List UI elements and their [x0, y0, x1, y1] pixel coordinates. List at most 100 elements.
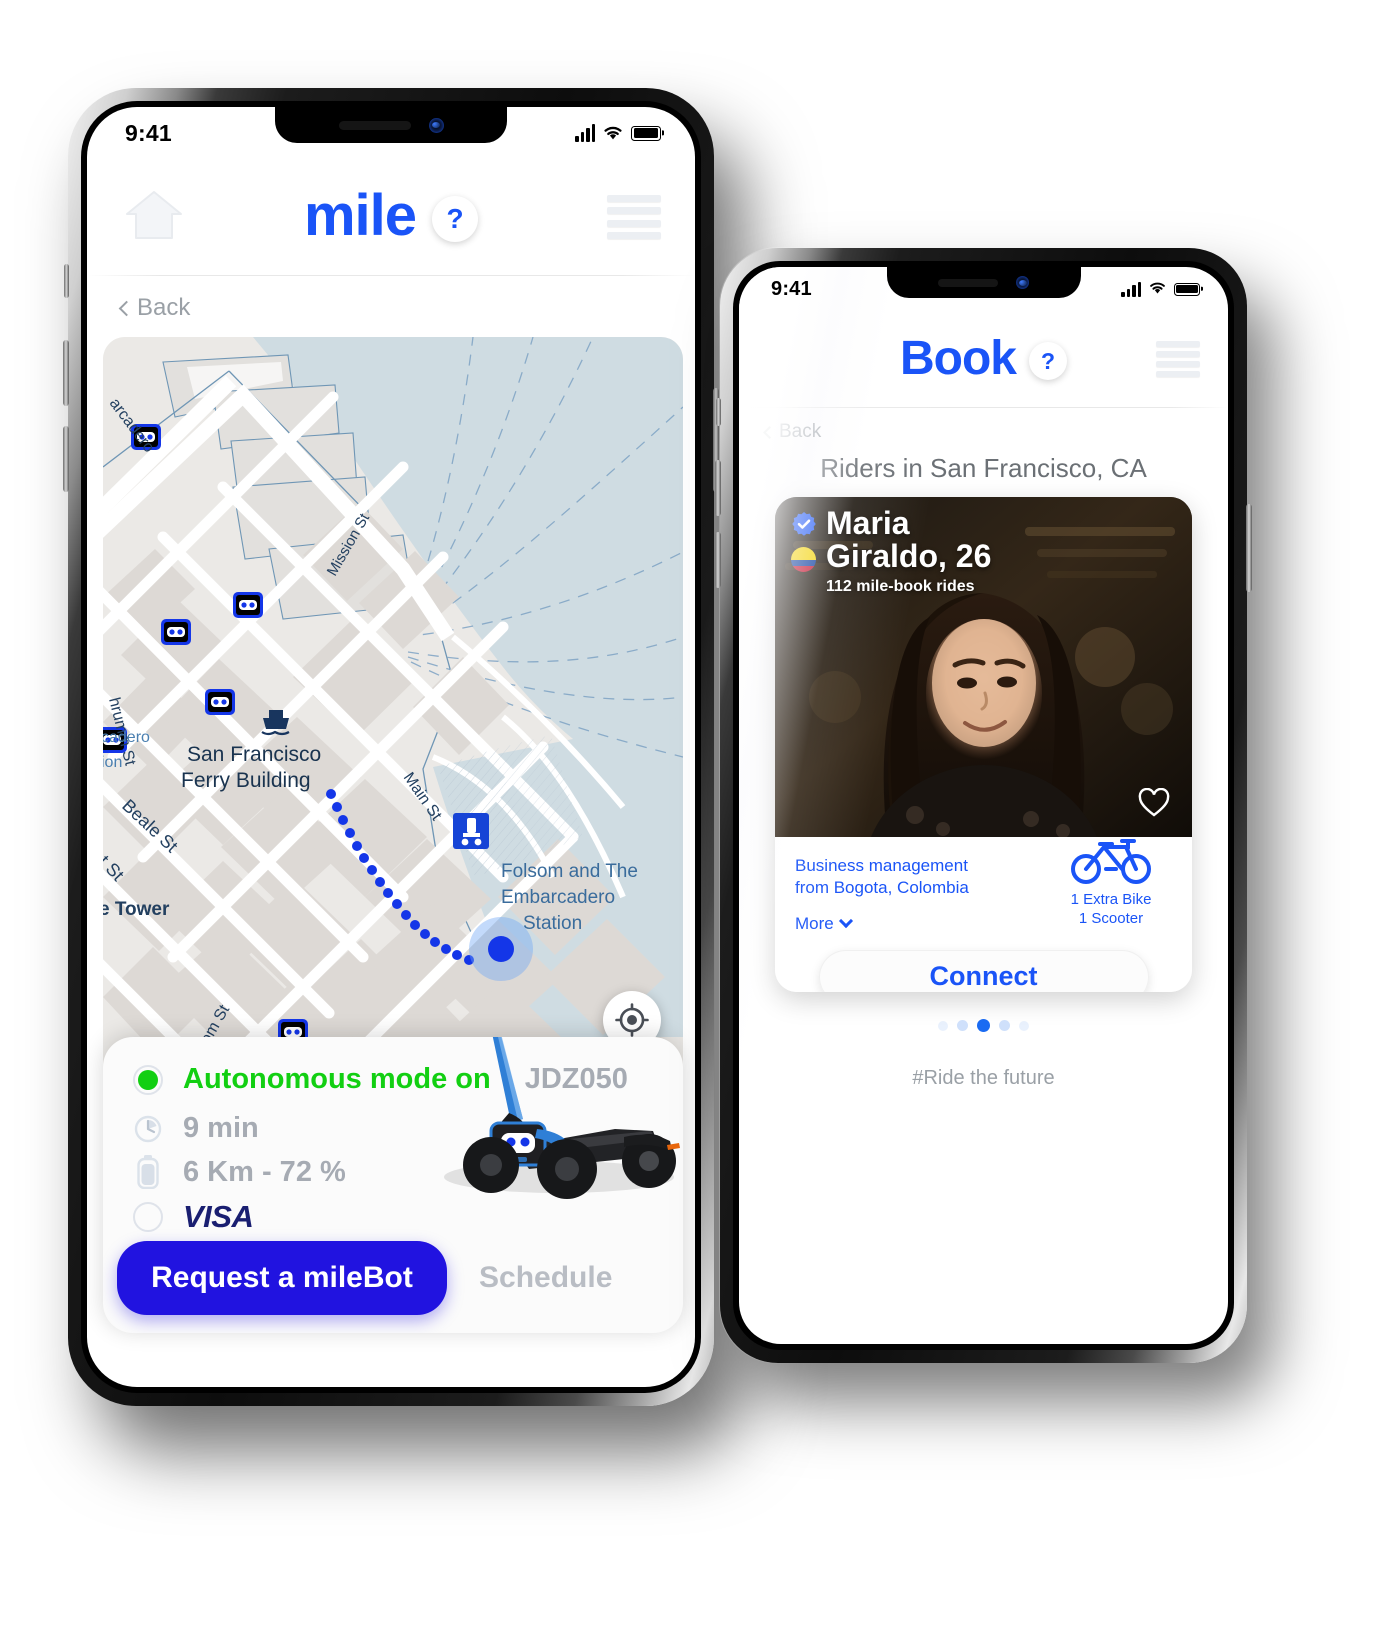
- svg-text:ion: ion: [103, 754, 122, 771]
- carousel-dot-4[interactable]: [999, 1020, 1010, 1031]
- power-button-2[interactable]: [1246, 504, 1252, 592]
- connect-button[interactable]: Connect: [818, 949, 1149, 992]
- schedule-button[interactable]: Schedule: [479, 1261, 612, 1295]
- booking-details: Autonomous mode on JDZ050 9 min 6 Km - 7…: [103, 1037, 683, 1235]
- cellular-bars-icon: [575, 124, 595, 142]
- rider-rides-count: 112 mile-book rides: [826, 577, 975, 595]
- rider-name-line2: Giraldo, 26: [826, 538, 992, 575]
- verified-badge-icon: [791, 511, 817, 542]
- front-camera: [428, 117, 444, 133]
- carousel-dot-5[interactable]: [1019, 1020, 1029, 1031]
- volume-up-button[interactable]: [63, 340, 69, 406]
- earpiece-speaker-2: [938, 278, 998, 287]
- svg-text:Folsom and The: Folsom and The: [501, 861, 638, 882]
- phone-device-book: 9:41 Book ? Back Riders in San Francisco…: [715, 248, 1252, 1363]
- app-brand-title-2: Book: [900, 331, 1017, 385]
- status-indicators: [575, 120, 661, 147]
- back-button-2[interactable]: Back: [763, 421, 822, 443]
- header-divider-2: [739, 407, 1228, 408]
- carousel-dot-1[interactable]: [938, 1020, 948, 1031]
- phone-device-mile: 9:41 mile ? Back arcadero hrumm St cader…: [63, 88, 719, 1406]
- colombia-flag-icon: [791, 547, 816, 572]
- wifi-icon: [602, 120, 624, 147]
- vehicle-line-2: 1 Scooter: [1078, 909, 1144, 927]
- back-label-2: Back: [779, 421, 822, 442]
- phone1-screen: 9:41 mile ? Back arcadero hrumm St cader…: [87, 107, 695, 1387]
- app-tagline: #Ride the future: [912, 1067, 1055, 1089]
- help-button[interactable]: ?: [432, 196, 479, 242]
- volume-down-button-2[interactable]: [715, 532, 721, 588]
- battery-icon-2: [1174, 282, 1200, 296]
- chevron-left-icon: [118, 300, 135, 316]
- svg-text:e Tower: e Tower: [103, 899, 170, 920]
- rider-info: Business management from Bogota, Colombi…: [775, 837, 1192, 992]
- carousel-dots[interactable]: [739, 1019, 1228, 1032]
- phone-bezel-2: 9:41 Book ? Back Riders in San Francisco…: [733, 261, 1234, 1350]
- svg-text:Embarcadero: Embarcadero: [501, 887, 615, 908]
- back-label: Back: [137, 294, 191, 321]
- eta-row: 9 min: [133, 1112, 683, 1145]
- clock-icon: [133, 1115, 163, 1143]
- vehicle-plate: JDZ050: [524, 1063, 628, 1095]
- back-button[interactable]: Back: [118, 294, 191, 322]
- map-canvas: arcadero hrumm St cadero ion Beale St nt…: [103, 337, 683, 1095]
- carousel-dot-2[interactable]: [957, 1020, 968, 1031]
- earpiece-speaker: [338, 120, 411, 130]
- help-button-2[interactable]: ?: [1029, 342, 1067, 380]
- section-title: Riders in San Francisco, CA: [820, 453, 1147, 483]
- vehicle-line-1: 1 Extra Bike: [1070, 891, 1152, 908]
- rider-vehicles: 1 Extra Bike 1 Scooter: [1044, 835, 1178, 929]
- status-time: 9:41: [125, 119, 172, 146]
- front-camera-2: [1016, 276, 1029, 289]
- sheet-actions: Request a mileBot Schedule: [103, 1241, 683, 1315]
- status-time-2: 9:41: [771, 277, 812, 300]
- autonomous-mode-row[interactable]: Autonomous mode on JDZ050: [133, 1063, 683, 1096]
- header-divider: [87, 275, 695, 276]
- chevron-left-icon-2: [763, 425, 776, 439]
- bicycle-icon: [1070, 839, 1152, 889]
- radio-selected-icon: [133, 1064, 163, 1095]
- battery-icon: [631, 125, 661, 141]
- svg-text:Station: Station: [523, 913, 582, 934]
- wifi-icon-2: [1148, 278, 1167, 301]
- app-header: mile ?: [87, 169, 695, 261]
- cellular-bars-icon-2: [1121, 281, 1141, 297]
- mute-switch[interactable]: [64, 264, 69, 298]
- rider-profile-card[interactable]: Maria Giraldo, 26 112 mile-book rides Bu…: [775, 497, 1192, 992]
- scooter-station-icon: [453, 813, 489, 849]
- status-indicators-2: [1121, 278, 1200, 301]
- eta-value: 9 min: [183, 1112, 259, 1144]
- payment-row[interactable]: VISA: [133, 1199, 683, 1235]
- volume-down-button[interactable]: [63, 426, 69, 492]
- autonomous-mode-label: Autonomous mode on: [183, 1063, 491, 1095]
- payment-method: VISA: [183, 1199, 254, 1234]
- battery-vertical-icon: [133, 1155, 163, 1189]
- hamburger-menu-icon[interactable]: [607, 195, 661, 239]
- phone-bezel: 9:41 mile ? Back arcadero hrumm St cader…: [81, 101, 701, 1393]
- rider-name-line1: Maria: [826, 505, 910, 541]
- map-view[interactable]: arcadero hrumm St cadero ion Beale St nt…: [103, 337, 683, 1095]
- notch-2: [886, 267, 1081, 298]
- phone2-screen: 9:41 Book ? Back Riders in San Francisco…: [739, 267, 1228, 1344]
- app-brand-title: mile: [303, 182, 417, 248]
- volume-up-button-2[interactable]: [715, 460, 721, 516]
- radio-unselected-icon: [133, 1202, 163, 1232]
- rider-profile-photo: Maria Giraldo, 26 112 mile-book rides: [775, 497, 1192, 837]
- svg-text:Ferry Building: Ferry Building: [181, 769, 311, 792]
- booking-sheet: Autonomous mode on JDZ050 9 min 6 Km - 7…: [103, 1037, 683, 1333]
- mute-switch-2[interactable]: [716, 398, 721, 426]
- range-row: 6 Km - 72 %: [133, 1155, 683, 1189]
- chevron-down-icon: [838, 913, 853, 928]
- more-label: More: [795, 913, 834, 933]
- home-icon[interactable]: [123, 189, 185, 246]
- heart-outline-icon[interactable]: [1138, 787, 1170, 823]
- hamburger-menu-icon-2[interactable]: [1156, 341, 1200, 377]
- range-value: 6 Km - 72 %: [183, 1155, 346, 1188]
- notch: [275, 107, 507, 143]
- rider-identity: Maria Giraldo, 26 112 mile-book rides: [791, 505, 992, 596]
- app-header-2: Book ?: [739, 319, 1228, 397]
- svg-text:cadero: cadero: [103, 729, 150, 746]
- screenshot-root: 9:41 mile ? Back arcadero hrumm St cader…: [0, 0, 1400, 1637]
- request-milebot-button[interactable]: Request a mileBot: [117, 1241, 447, 1315]
- carousel-dot-3-active[interactable]: [977, 1019, 990, 1032]
